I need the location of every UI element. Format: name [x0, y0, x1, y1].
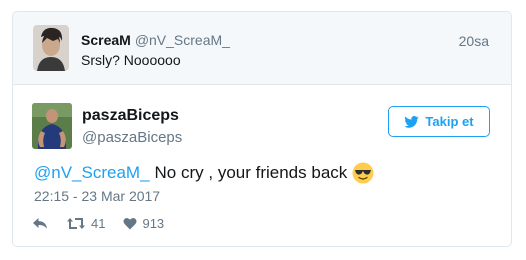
like-count: 913	[142, 216, 165, 231]
reply-button[interactable]	[32, 217, 48, 230]
mention-link[interactable]: @nV_ScreaM_	[34, 163, 150, 183]
twitter-bird-icon	[404, 115, 420, 128]
tweet-text: @nV_ScreaM_ No cry , your friends back	[34, 162, 374, 184]
heart-icon	[123, 218, 137, 230]
author-name[interactable]: paszaBiceps	[82, 107, 179, 125]
avatar[interactable]	[32, 103, 72, 149]
tweet-card: paszaBiceps @paszaBiceps Takip et @nV_Sc…	[12, 84, 512, 247]
parent-handle[interactable]: @nV_ScreaM_	[135, 32, 230, 48]
tweet-actions: 41 913	[32, 216, 182, 231]
retweet-icon	[67, 218, 85, 229]
tweet-body: No cry , your friends back	[154, 163, 348, 182]
avatar[interactable]	[33, 25, 69, 71]
retweet-button[interactable]: 41	[66, 216, 105, 231]
follow-label: Takip et	[425, 114, 474, 129]
tweet-timestamp[interactable]: 22:15 - 23 Mar 2017	[34, 188, 160, 204]
like-button[interactable]: 913	[123, 216, 164, 231]
parent-tweet-text: Srsly? Noooooo	[81, 52, 181, 68]
reply-icon	[33, 218, 47, 229]
parent-timestamp[interactable]: 20sa	[459, 33, 489, 49]
parent-display-name[interactable]: ScreaM	[81, 32, 131, 48]
parent-tweet[interactable]: ScreaM @nV_ScreaM_ 20sa Srsly? Noooooo	[12, 11, 512, 84]
author-handle[interactable]: @paszaBiceps	[82, 129, 182, 146]
follow-button[interactable]: Takip et	[388, 106, 490, 137]
sunglasses-emoji-icon	[352, 162, 374, 184]
retweet-count: 41	[91, 216, 106, 231]
